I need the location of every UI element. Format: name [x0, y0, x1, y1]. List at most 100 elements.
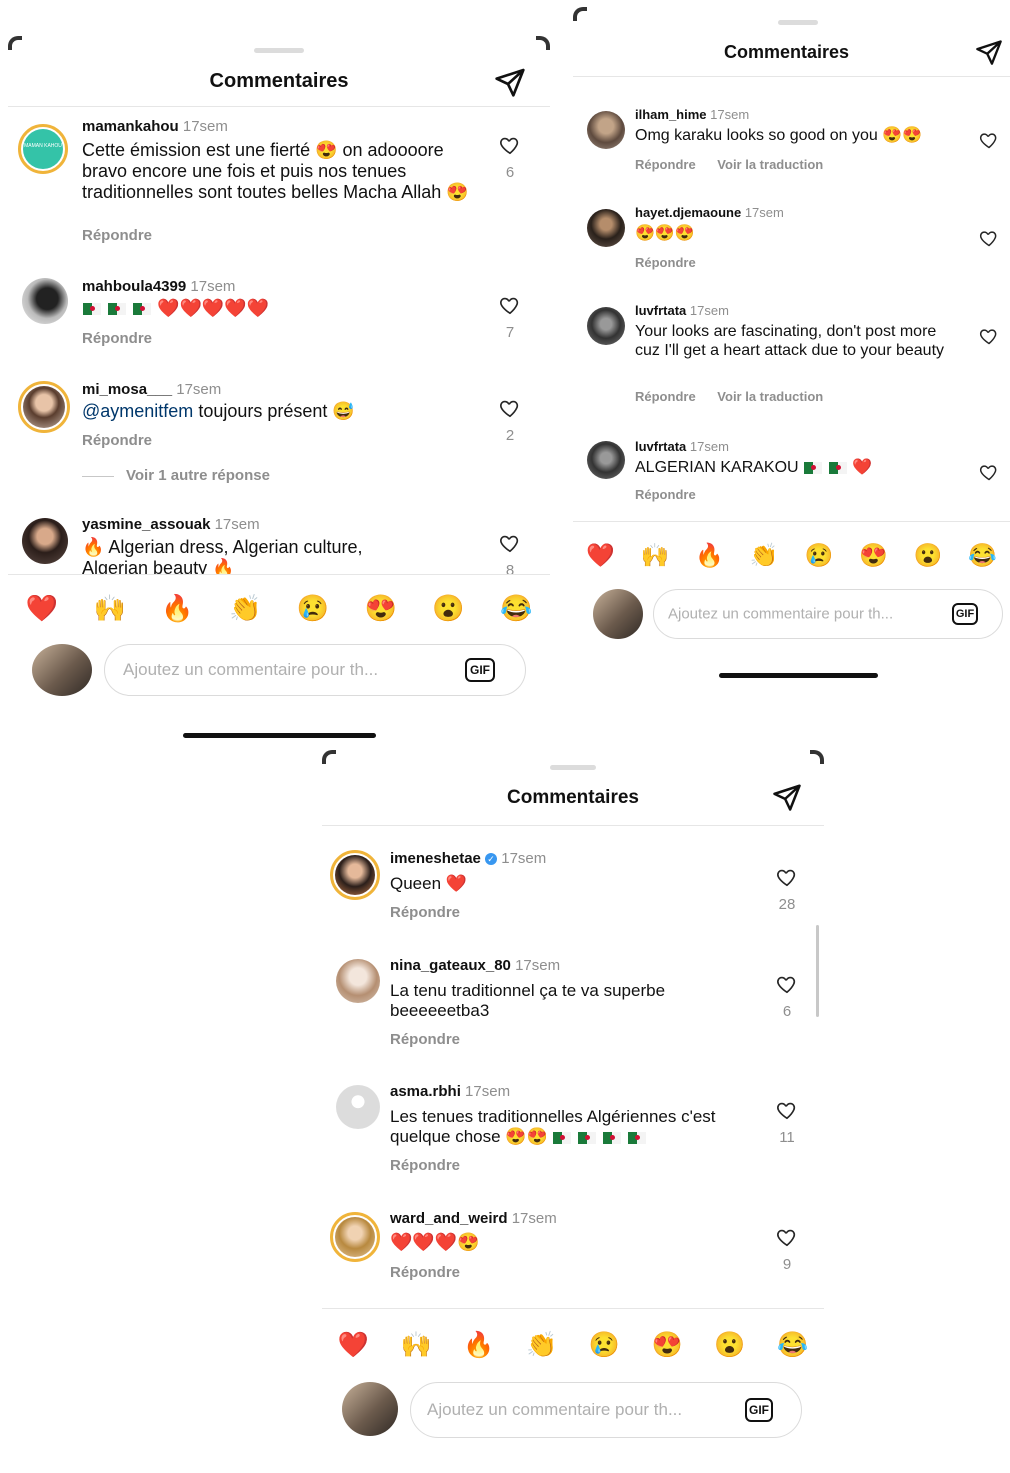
avatar[interactable]	[587, 111, 625, 149]
avatar[interactable]	[336, 959, 380, 1003]
heart-icon[interactable]	[979, 326, 999, 346]
username[interactable]: hayet.djemaoune	[635, 205, 741, 220]
reply-button[interactable]: Répondre	[635, 487, 714, 502]
reply-label[interactable]: Répondre	[635, 255, 696, 270]
emoji-fire-button[interactable]: 🔥	[463, 1331, 494, 1360]
heart-icon[interactable]	[776, 1226, 798, 1248]
emoji-surprised-button[interactable]: 😮	[714, 1331, 745, 1360]
avatar[interactable]	[18, 381, 70, 433]
username[interactable]: mi_mosa___	[82, 381, 172, 398]
reply-button[interactable]: Répondre	[82, 227, 170, 244]
emoji-surprised-button[interactable]: 😮	[432, 593, 464, 624]
reply-button[interactable]: Répondre	[82, 432, 170, 449]
avatar[interactable]	[330, 1212, 380, 1262]
heart-icon[interactable]	[776, 866, 798, 888]
gif-button[interactable]: GIF	[745, 1398, 773, 1422]
translate-button[interactable]: Voir la traduction	[717, 389, 823, 404]
heart-icon[interactable]	[979, 462, 999, 482]
username[interactable]: luvfrtata	[635, 303, 686, 318]
heart-icon[interactable]	[776, 1099, 798, 1121]
reply-label[interactable]: Répondre	[82, 432, 152, 449]
username[interactable]: luvfrtata	[635, 439, 686, 454]
reply-label[interactable]: Répondre	[390, 1031, 460, 1048]
drag-handle[interactable]	[550, 765, 596, 770]
reply-button[interactable]: Répondre	[390, 1157, 478, 1174]
avatar[interactable]	[22, 518, 68, 564]
heart-icon[interactable]	[499, 294, 521, 316]
heart-icon[interactable]	[979, 228, 999, 248]
reply-button[interactable]: Répondre	[390, 1264, 478, 1281]
heart-icon[interactable]	[776, 973, 798, 995]
reply-label[interactable]: Répondre	[82, 330, 152, 347]
emoji-heart-button[interactable]: ❤️	[26, 593, 58, 624]
emoji-cry-button[interactable]: 😢	[804, 542, 833, 569]
emoji-clap-button[interactable]: 👏	[229, 593, 261, 624]
emoji-heart-eyes-button[interactable]: 😍	[859, 542, 888, 569]
reply-label[interactable]: Répondre	[635, 487, 696, 502]
emoji-laugh-button[interactable]: 😂	[777, 1331, 808, 1360]
heart-icon[interactable]	[499, 397, 521, 419]
comment-input[interactable]: Ajoutez un commentaire pour th... GIF	[410, 1382, 802, 1438]
avatar[interactable]: MAMAN KAHOU	[18, 124, 68, 174]
comment-meta: hayet.djemaoune 17sem	[635, 205, 784, 220]
emoji-clap-button[interactable]: 👏	[526, 1331, 557, 1360]
heart-icon[interactable]	[499, 532, 521, 554]
reply-label[interactable]: Répondre	[82, 227, 152, 244]
emoji-fire-button[interactable]: 🔥	[695, 542, 724, 569]
emoji-fire-button[interactable]: 🔥	[161, 593, 193, 624]
emoji-cry-button[interactable]: 😢	[589, 1331, 620, 1360]
username[interactable]: ilham_hime	[635, 107, 707, 122]
view-more-replies[interactable]: Voir 1 autre réponse	[82, 467, 270, 484]
reply-button[interactable]: Répondre	[390, 1031, 478, 1048]
emoji-heart-button[interactable]: ❤️	[338, 1331, 369, 1360]
emoji-raised-hands-button[interactable]: 🙌	[401, 1331, 432, 1360]
username[interactable]: mamankahou	[82, 118, 179, 135]
corner-mark	[810, 750, 824, 764]
corner-mark	[536, 36, 550, 50]
emoji-raised-hands-button[interactable]: 🙌	[93, 593, 125, 624]
drag-handle[interactable]	[778, 20, 818, 25]
avatar-placeholder-icon[interactable]	[336, 1085, 380, 1129]
translate-button[interactable]: Voir la traduction	[717, 157, 823, 172]
username[interactable]: mahboula4399	[82, 278, 186, 295]
emoji-cry-button[interactable]: 😢	[297, 593, 329, 624]
emoji-heart-eyes-button[interactable]: 😍	[364, 593, 396, 624]
username[interactable]: ward_and_weird	[390, 1210, 508, 1227]
username[interactable]: asma.rbhi	[390, 1083, 461, 1100]
gif-button[interactable]: GIF	[465, 658, 495, 682]
avatar[interactable]	[587, 307, 625, 345]
emoji-clap-button[interactable]: 👏	[750, 542, 779, 569]
avatar[interactable]	[22, 278, 68, 324]
comment-input[interactable]: Ajoutez un commentaire pour th... GIF	[104, 644, 526, 696]
username[interactable]: imeneshetae	[390, 850, 481, 867]
reply-label[interactable]: Répondre	[390, 1157, 460, 1174]
reply-button[interactable]: Répondre	[635, 157, 696, 172]
reply-label[interactable]: Répondre	[390, 1264, 460, 1281]
emoji-raised-hands-button[interactable]: 🙌	[641, 542, 670, 569]
gif-button[interactable]: GIF	[952, 603, 978, 625]
send-icon[interactable]	[975, 38, 1003, 66]
drag-handle[interactable]	[254, 48, 304, 53]
reply-button[interactable]: Répondre	[635, 255, 714, 270]
username[interactable]: nina_gateaux_80	[390, 957, 511, 974]
heart-icon[interactable]	[499, 134, 521, 156]
send-icon[interactable]	[494, 66, 526, 98]
timestamp: 17sem	[511, 1210, 557, 1227]
avatar[interactable]	[587, 209, 625, 247]
emoji-surprised-button[interactable]: 😮	[914, 542, 943, 569]
emoji-heart-eyes-button[interactable]: 😍	[652, 1331, 683, 1360]
comment-input[interactable]: Ajoutez un commentaire pour th... GIF	[653, 589, 1003, 639]
emoji-laugh-button[interactable]: 😂	[500, 593, 532, 624]
reply-button[interactable]: Répondre	[390, 904, 478, 921]
send-icon[interactable]	[772, 782, 802, 812]
avatar[interactable]	[330, 850, 380, 900]
heart-icon[interactable]	[979, 130, 999, 150]
reply-label[interactable]: Répondre	[390, 904, 460, 921]
mention-link[interactable]: @aymenitfem	[82, 401, 193, 421]
emoji-heart-button[interactable]: ❤️	[586, 542, 615, 569]
username[interactable]: yasmine_assouak	[82, 516, 210, 533]
reply-button[interactable]: Répondre	[635, 389, 696, 404]
emoji-laugh-button[interactable]: 😂	[968, 542, 997, 569]
avatar[interactable]	[587, 441, 625, 479]
reply-button[interactable]: Répondre	[82, 330, 170, 347]
